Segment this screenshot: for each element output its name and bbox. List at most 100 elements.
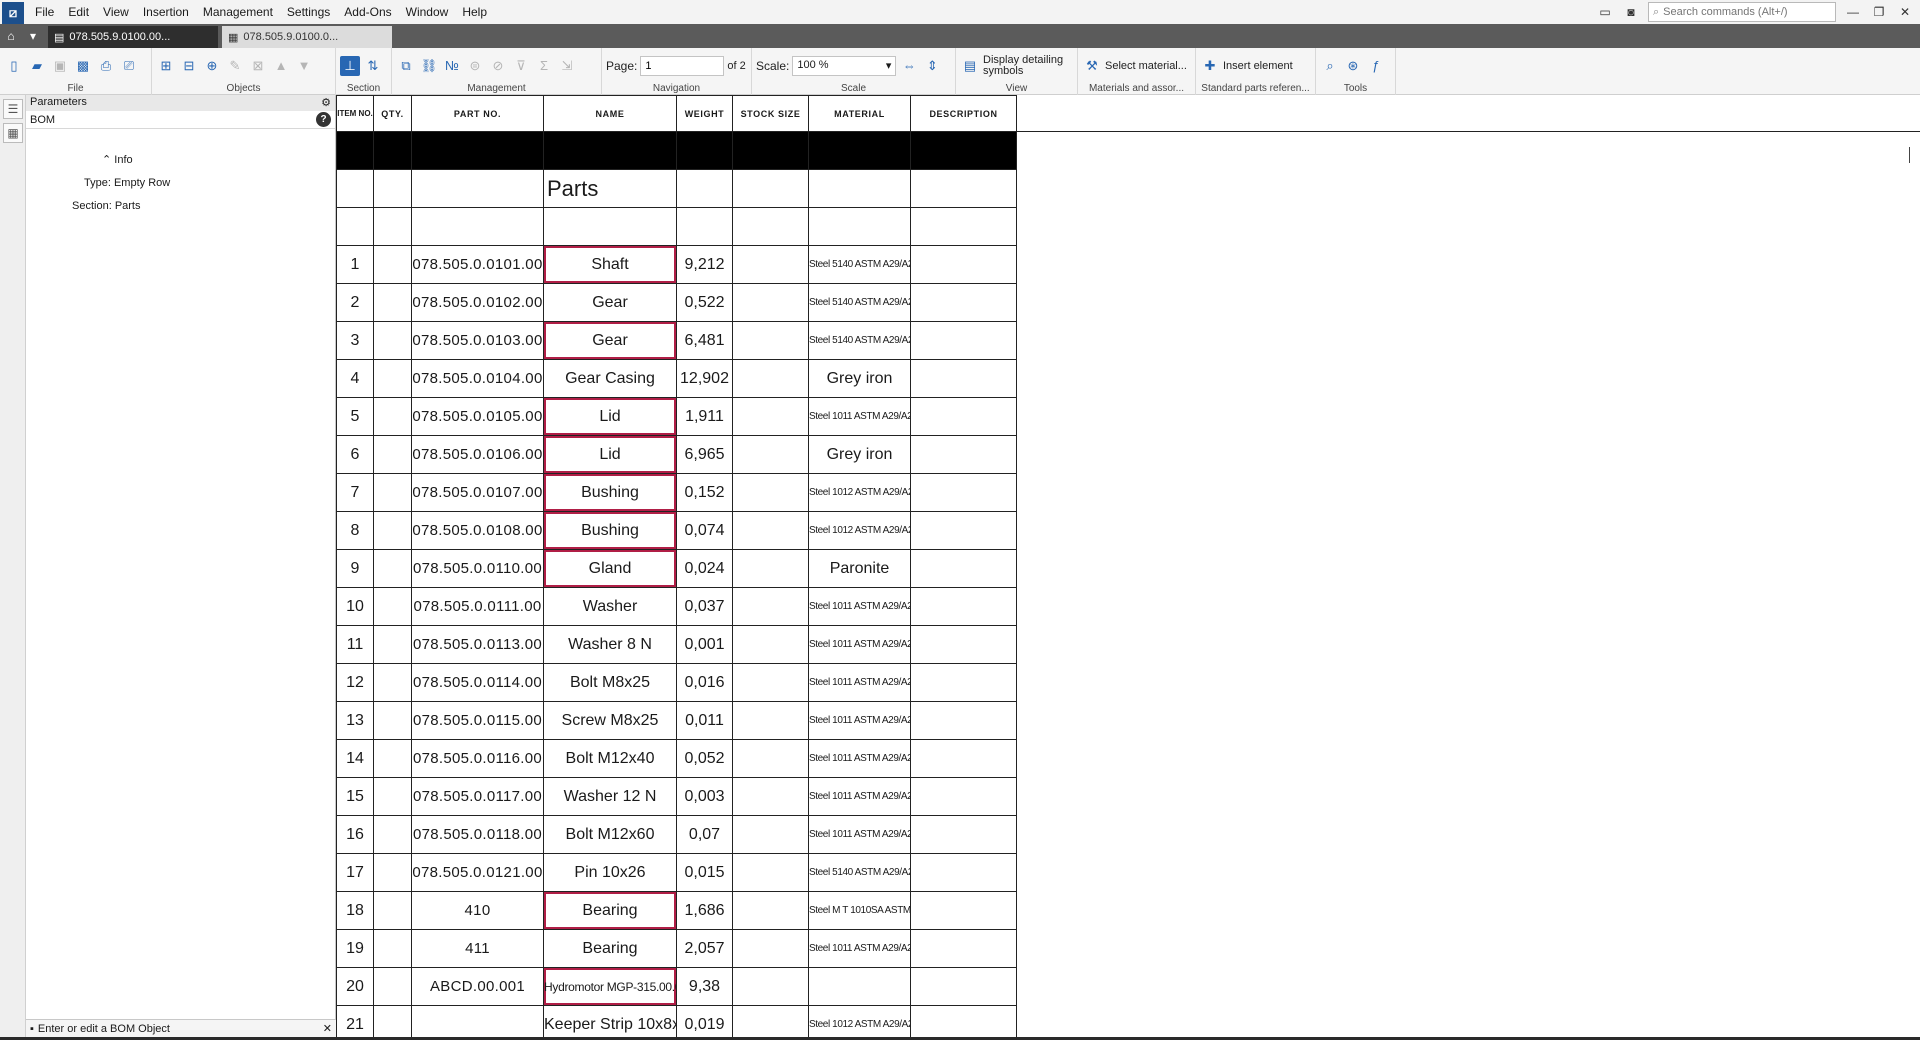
cell-description[interactable]: [910, 473, 1017, 512]
cell-weight[interactable]: 0,019: [676, 1005, 733, 1037]
cell-part-no[interactable]: 078.505.0.0121.00: [411, 853, 544, 892]
header-qty[interactable]: QTY.: [373, 95, 412, 132]
screenshot-icon[interactable]: ◙: [1622, 4, 1640, 20]
cell-material[interactable]: Steel 1011 ASTM A29/A29M: [808, 777, 911, 816]
cell-description[interactable]: [910, 891, 1017, 930]
cell-stock-size[interactable]: [732, 511, 809, 550]
cell[interactable]: [543, 207, 677, 246]
cell-part-no[interactable]: 078.505.0.0104.00: [411, 359, 544, 398]
cell[interactable]: [543, 131, 677, 170]
cell-stock-size[interactable]: [732, 815, 809, 854]
parameters-icon[interactable]: ▦: [3, 123, 23, 143]
cell-part-no[interactable]: 078.505.0.0114.00: [411, 663, 544, 702]
cell-item-no[interactable]: 20: [336, 967, 374, 1006]
insert-row-icon[interactable]: ⊕: [202, 56, 222, 76]
cell-item-no[interactable]: 17: [336, 853, 374, 892]
cell-part-no[interactable]: 078.505.0.0105.00: [411, 397, 544, 436]
help-icon[interactable]: ?: [316, 112, 331, 127]
cell-item-no[interactable]: 4: [336, 359, 374, 398]
display-detailing-button[interactable]: Display detailing symbols: [983, 54, 1073, 77]
export-icon[interactable]: ⇲: [557, 56, 577, 76]
cell-qty[interactable]: [373, 587, 412, 626]
cell-description[interactable]: [910, 549, 1017, 588]
bom-row[interactable]: 11 078.505.0.0113.00 Washer 8 N 0,001 Steel …: [336, 625, 1017, 664]
cell-stock-size[interactable]: [732, 283, 809, 322]
cell-qty[interactable]: [373, 473, 412, 512]
bom-row[interactable]: 17 078.505.0.0121.00 Pin 10x26 0,015 Steel 5…: [336, 853, 1017, 892]
cell-item-no[interactable]: 9: [336, 549, 374, 588]
cell-item-no[interactable]: 7: [336, 473, 374, 512]
cell-item-no[interactable]: 14: [336, 739, 374, 778]
cell-qty[interactable]: [373, 549, 412, 588]
cell-stock-size[interactable]: [732, 397, 809, 436]
cell[interactable]: [676, 169, 733, 208]
cell-qty[interactable]: [373, 511, 412, 550]
cell[interactable]: [910, 207, 1017, 246]
menu-management[interactable]: Management: [196, 0, 280, 24]
menu-file[interactable]: File: [28, 0, 61, 24]
home-icon[interactable]: ⌂: [0, 24, 22, 48]
cell-description[interactable]: [910, 245, 1017, 284]
cell[interactable]: [910, 169, 1017, 208]
cell[interactable]: [676, 131, 733, 170]
header-description[interactable]: DESCRIPTION: [910, 95, 1017, 132]
cell-weight[interactable]: 0,015: [676, 853, 733, 892]
cell-material[interactable]: Steel 1011 ASTM A29/A29M: [808, 587, 911, 626]
cell-item-no[interactable]: 11: [336, 625, 374, 664]
cell-stock-size[interactable]: [732, 549, 809, 588]
restore-icon[interactable]: ❐: [1870, 4, 1888, 20]
bom-row[interactable]: 6 078.505.0.0106.00 Lid 6,965 Grey iron: [336, 435, 1017, 474]
cell-name[interactable]: Bolt M12x60: [543, 815, 677, 854]
split-icon[interactable]: ⊘: [488, 56, 508, 76]
cell-material[interactable]: Steel 5140 ASTM A29/A29M: [808, 321, 911, 360]
cell-part-no[interactable]: 078.505.0.0102.00: [411, 283, 544, 322]
cell[interactable]: [732, 207, 809, 246]
menu-edit[interactable]: Edit: [61, 0, 96, 24]
cell-description[interactable]: [910, 815, 1017, 854]
fit-height-icon[interactable]: ⇕: [922, 56, 942, 76]
cell-qty[interactable]: [373, 815, 412, 854]
add-rows-icon[interactable]: ⊟: [179, 56, 199, 76]
bom-row[interactable]: 4 078.505.0.0104.00 Gear Casing 12,902 Grey …: [336, 359, 1017, 398]
cell[interactable]: [411, 169, 544, 208]
bom-row[interactable]: 21 Keeper Strip 10x8x320,019 Steel 1012 AS…: [336, 1005, 1017, 1037]
cell-qty[interactable]: [373, 853, 412, 892]
cell-part-no[interactable]: 078.505.0.0103.00: [411, 321, 544, 360]
cell-weight[interactable]: 9,212: [676, 245, 733, 284]
material-icon[interactable]: ⚒: [1082, 56, 1102, 76]
cell[interactable]: [373, 207, 412, 246]
cell-name[interactable]: Lid: [543, 397, 677, 436]
cell-stock-size[interactable]: [732, 891, 809, 930]
cell-material[interactable]: [808, 967, 911, 1006]
open-folder-icon[interactable]: ▰: [27, 56, 47, 76]
cell-material[interactable]: Paronite: [808, 549, 911, 588]
bom-row[interactable]: 15 078.505.0.0117.00 Washer 12 N 0,003 Steel…: [336, 777, 1017, 816]
cell-name[interactable]: Gear Casing: [543, 359, 677, 398]
move-down-icon[interactable]: ▼: [294, 56, 314, 76]
cell-item-no[interactable]: 21: [336, 1005, 374, 1037]
cell-qty[interactable]: [373, 701, 412, 740]
cell-material[interactable]: Steel M T 1010SA ASTM 512: [808, 891, 911, 930]
bom-row[interactable]: 5 078.505.0.0105.00 Lid 1,911 Steel 1011 AST…: [336, 397, 1017, 436]
bom-row[interactable]: 7 078.505.0.0107.00 Bushing 0,152 Steel 1012…: [336, 473, 1017, 512]
cell[interactable]: [808, 207, 911, 246]
cell[interactable]: [808, 131, 911, 170]
cell-description[interactable]: [910, 511, 1017, 550]
cell-stock-size[interactable]: [732, 321, 809, 360]
cell-part-no[interactable]: 078.505.0.0108.00: [411, 511, 544, 550]
cell-description[interactable]: [910, 739, 1017, 778]
cell-qty[interactable]: [373, 283, 412, 322]
link-icon[interactable]: ⛓: [419, 56, 439, 76]
cell[interactable]: [808, 169, 911, 208]
cell-qty[interactable]: [373, 245, 412, 284]
cell-item-no[interactable]: 13: [336, 701, 374, 740]
cell-weight[interactable]: 0,152: [676, 473, 733, 512]
edit-row-icon[interactable]: ✎: [225, 56, 245, 76]
cell-description[interactable]: [910, 701, 1017, 740]
empty-row[interactable]: [336, 207, 1017, 246]
gear-icon[interactable]: ⚙: [321, 96, 331, 110]
cell[interactable]: [732, 131, 809, 170]
cell[interactable]: [910, 131, 1017, 170]
cell-weight[interactable]: 9,38: [676, 967, 733, 1006]
cell-name[interactable]: Gland: [543, 549, 677, 588]
